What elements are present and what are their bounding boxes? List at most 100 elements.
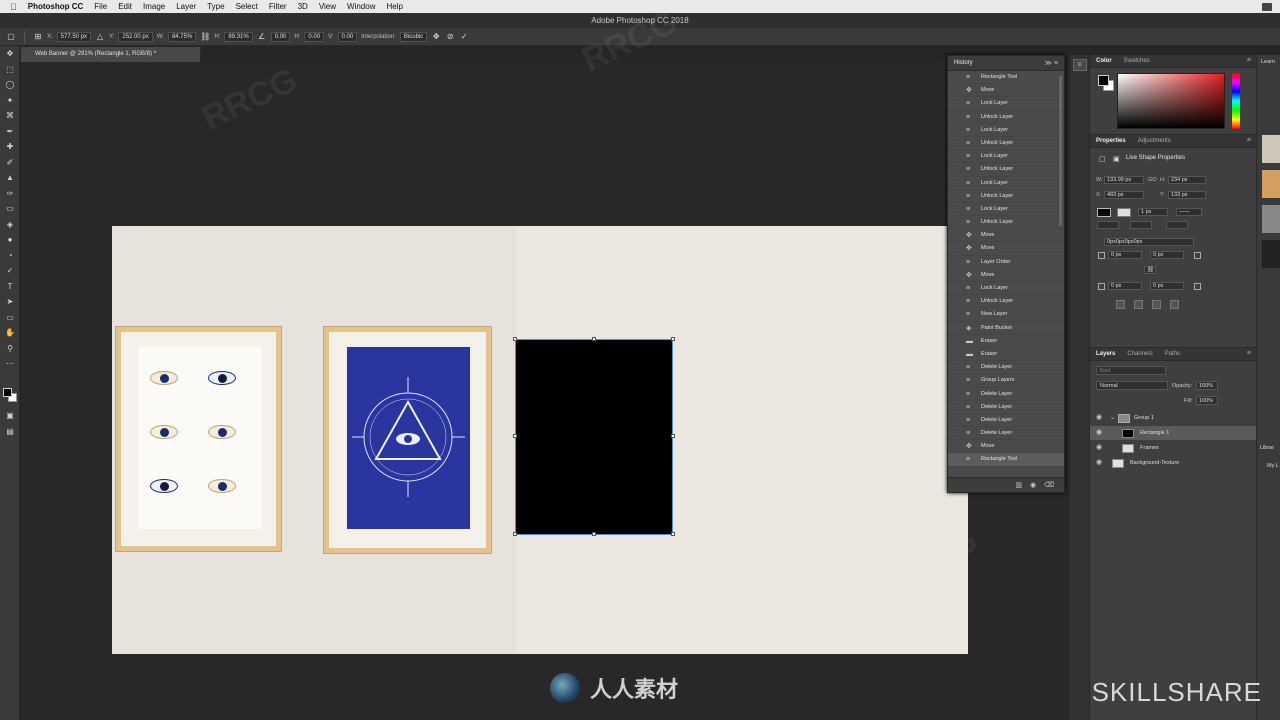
transform-handle[interactable] [592,532,596,536]
fill-field[interactable]: 100% [1196,396,1218,405]
menu-3d[interactable]: 3D [298,2,308,11]
eyedropper-tool-icon[interactable]: ✒ [0,124,20,140]
marquee-tool-icon[interactable]: ⬚ [0,62,20,78]
more-tools-icon[interactable]: ⋯ [0,356,20,372]
snapshot-icon[interactable]: ◉ [1030,481,1036,489]
transform-handle[interactable] [513,434,517,438]
tab-properties[interactable]: Properties [1096,138,1126,144]
visibility-eye-icon[interactable]: ◉ [1096,411,1102,425]
tab-paths[interactable]: Paths [1165,351,1180,357]
path-op-intersect-icon[interactable] [1152,300,1161,309]
history-state-item[interactable]: ✥ Move [948,440,1064,454]
history-state-item[interactable]: ≡ Unlock Layer [948,216,1064,230]
y-field[interactable]: 133 px [1168,191,1206,199]
menu-file[interactable]: File [94,2,107,11]
learn-thumbnail[interactable] [1262,170,1280,198]
tab-adjustments[interactable]: Adjustments [1138,138,1171,144]
x-field[interactable]: 577.50 px [56,31,92,42]
panel-menu-icon[interactable]: ≡ [1247,137,1251,144]
history-state-item[interactable]: ✥ Move [948,84,1064,98]
blend-mode-select[interactable]: Normal [1096,381,1168,390]
visibility-eye-icon[interactable]: ◉ [1096,456,1102,470]
blur-tool-icon[interactable]: ● [0,232,20,248]
history-state-item[interactable]: ≡ Lock Layer [948,282,1064,296]
tab-layers[interactable]: Layers [1096,351,1115,357]
cancel-icon[interactable]: ⊘ [445,32,455,42]
warp-icon[interactable]: ✥ [431,32,441,42]
history-state-item[interactable]: ≡ Delete Layer [948,361,1064,375]
menu-edit[interactable]: Edit [118,2,132,11]
angle-field[interactable]: 0.00 [270,31,291,42]
paint-bucket-tool-icon[interactable]: ◈ [0,217,20,233]
learn-tab[interactable]: Learn [1261,59,1275,65]
rectangle-tool-icon[interactable]: ▭ [0,310,20,326]
transform-handle[interactable] [671,337,675,341]
rectangle-1-shape[interactable] [515,339,673,535]
app-menu[interactable]: Photoshop CC [28,2,84,11]
opacity-field[interactable]: 100% [1196,381,1218,390]
stroke-swatch[interactable] [1117,208,1131,217]
path-op-exclude-icon[interactable] [1170,300,1179,309]
history-state-item[interactable]: ▬ Eraser [948,348,1064,362]
corner-top-left-field[interactable]: 0 px [1108,251,1142,259]
transform-handle[interactable] [671,434,675,438]
layer-row-rectangle-1[interactable]: ◉ Rectangle 1 [1090,426,1256,440]
menu-window[interactable]: Window [347,2,375,11]
vskew-field[interactable]: 0.00 [337,31,358,42]
history-state-item[interactable]: ≡ New Layer [948,308,1064,322]
join-select[interactable] [1166,221,1188,229]
link-corners-button[interactable]: ⛓ [1144,266,1156,274]
history-state-item[interactable]: ≡ Rectangle Tool [948,453,1064,467]
pen-tool-icon[interactable]: ✓ [0,263,20,279]
width-field[interactable]: 133.99 px [1104,176,1144,184]
screen-mode-icon[interactable]: ▤ [0,424,20,440]
hand-tool-icon[interactable]: ✋ [0,325,20,341]
layer-row-group-1[interactable]: ◉ ⌄ Group 1 [1090,411,1256,425]
menu-layer[interactable]: Layer [176,2,196,11]
menu-select[interactable]: Select [236,2,258,11]
corner-top-right-field[interactable]: 0 px [1150,251,1184,259]
h-field[interactable]: 89.31% [224,31,253,42]
menu-view[interactable]: View [319,2,336,11]
x-field[interactable]: 483 px [1104,191,1144,199]
apple-icon[interactable]:  [10,2,17,12]
document-canvas[interactable] [112,226,968,654]
libraries-tab[interactable]: Librar [1260,445,1274,451]
history-state-item[interactable]: ≡ Rectangle Tool [948,71,1064,85]
transform-handle[interactable] [513,532,517,536]
hskew-field[interactable]: 0.00 [304,31,325,42]
history-state-item[interactable]: ≡ Group Layers [948,374,1064,388]
menu-type[interactable]: Type [207,2,224,11]
document-tab[interactable]: Web Banner @ 291% (Rectangle 1, RGB/8) * [21,47,201,62]
tab-swatches[interactable]: Swatches [1124,58,1150,64]
zoom-tool-icon[interactable]: ⚲ [0,341,20,357]
hue-slider[interactable] [1232,73,1240,129]
delta-icon[interactable]: △ [95,32,105,42]
link-icon[interactable]: ⛓ [200,32,210,42]
y-field[interactable]: 252.00 px [118,31,153,42]
history-state-item[interactable]: ≡ Lock Layer [948,124,1064,137]
transform-tool-icon[interactable]: ▢ [6,32,16,42]
foreground-color-swatch[interactable] [3,388,12,397]
stroke-type-select[interactable]: —— [1176,208,1202,216]
history-state-item[interactable]: ≡ Unlock Layer [948,111,1064,124]
path-op-combine-icon[interactable] [1116,300,1125,309]
layer-row-background-texture[interactable]: ◉ Background-Texture [1090,456,1256,470]
history-state-item[interactable]: ✥ Move [948,229,1064,243]
history-state-item[interactable]: ✥ Move [948,242,1064,256]
history-scrollbar[interactable] [1059,76,1062,226]
visibility-eye-icon[interactable]: ◉ [1096,426,1102,440]
color-swatches[interactable] [3,388,17,402]
transform-handle[interactable] [513,337,517,341]
layer-row-frames[interactable]: ◉ Frames [1090,441,1256,455]
commit-icon[interactable]: ✓ [459,32,469,42]
history-state-item[interactable]: ≡ Layer Order [948,256,1064,269]
new-document-from-state-icon[interactable]: ▥ [1015,481,1022,489]
layer-filter-input[interactable]: Kind [1096,366,1166,375]
reference-point-icon[interactable]: ⊞ [33,32,43,42]
history-state-item[interactable]: ≡ Delete Layer [948,401,1064,414]
history-brush-tool-icon[interactable]: ✑ [0,186,20,202]
path-op-subtract-icon[interactable] [1134,300,1143,309]
brush-tool-icon[interactable]: ✐ [0,155,20,171]
history-state-item[interactable]: ≡ Lock Layer [948,150,1064,164]
